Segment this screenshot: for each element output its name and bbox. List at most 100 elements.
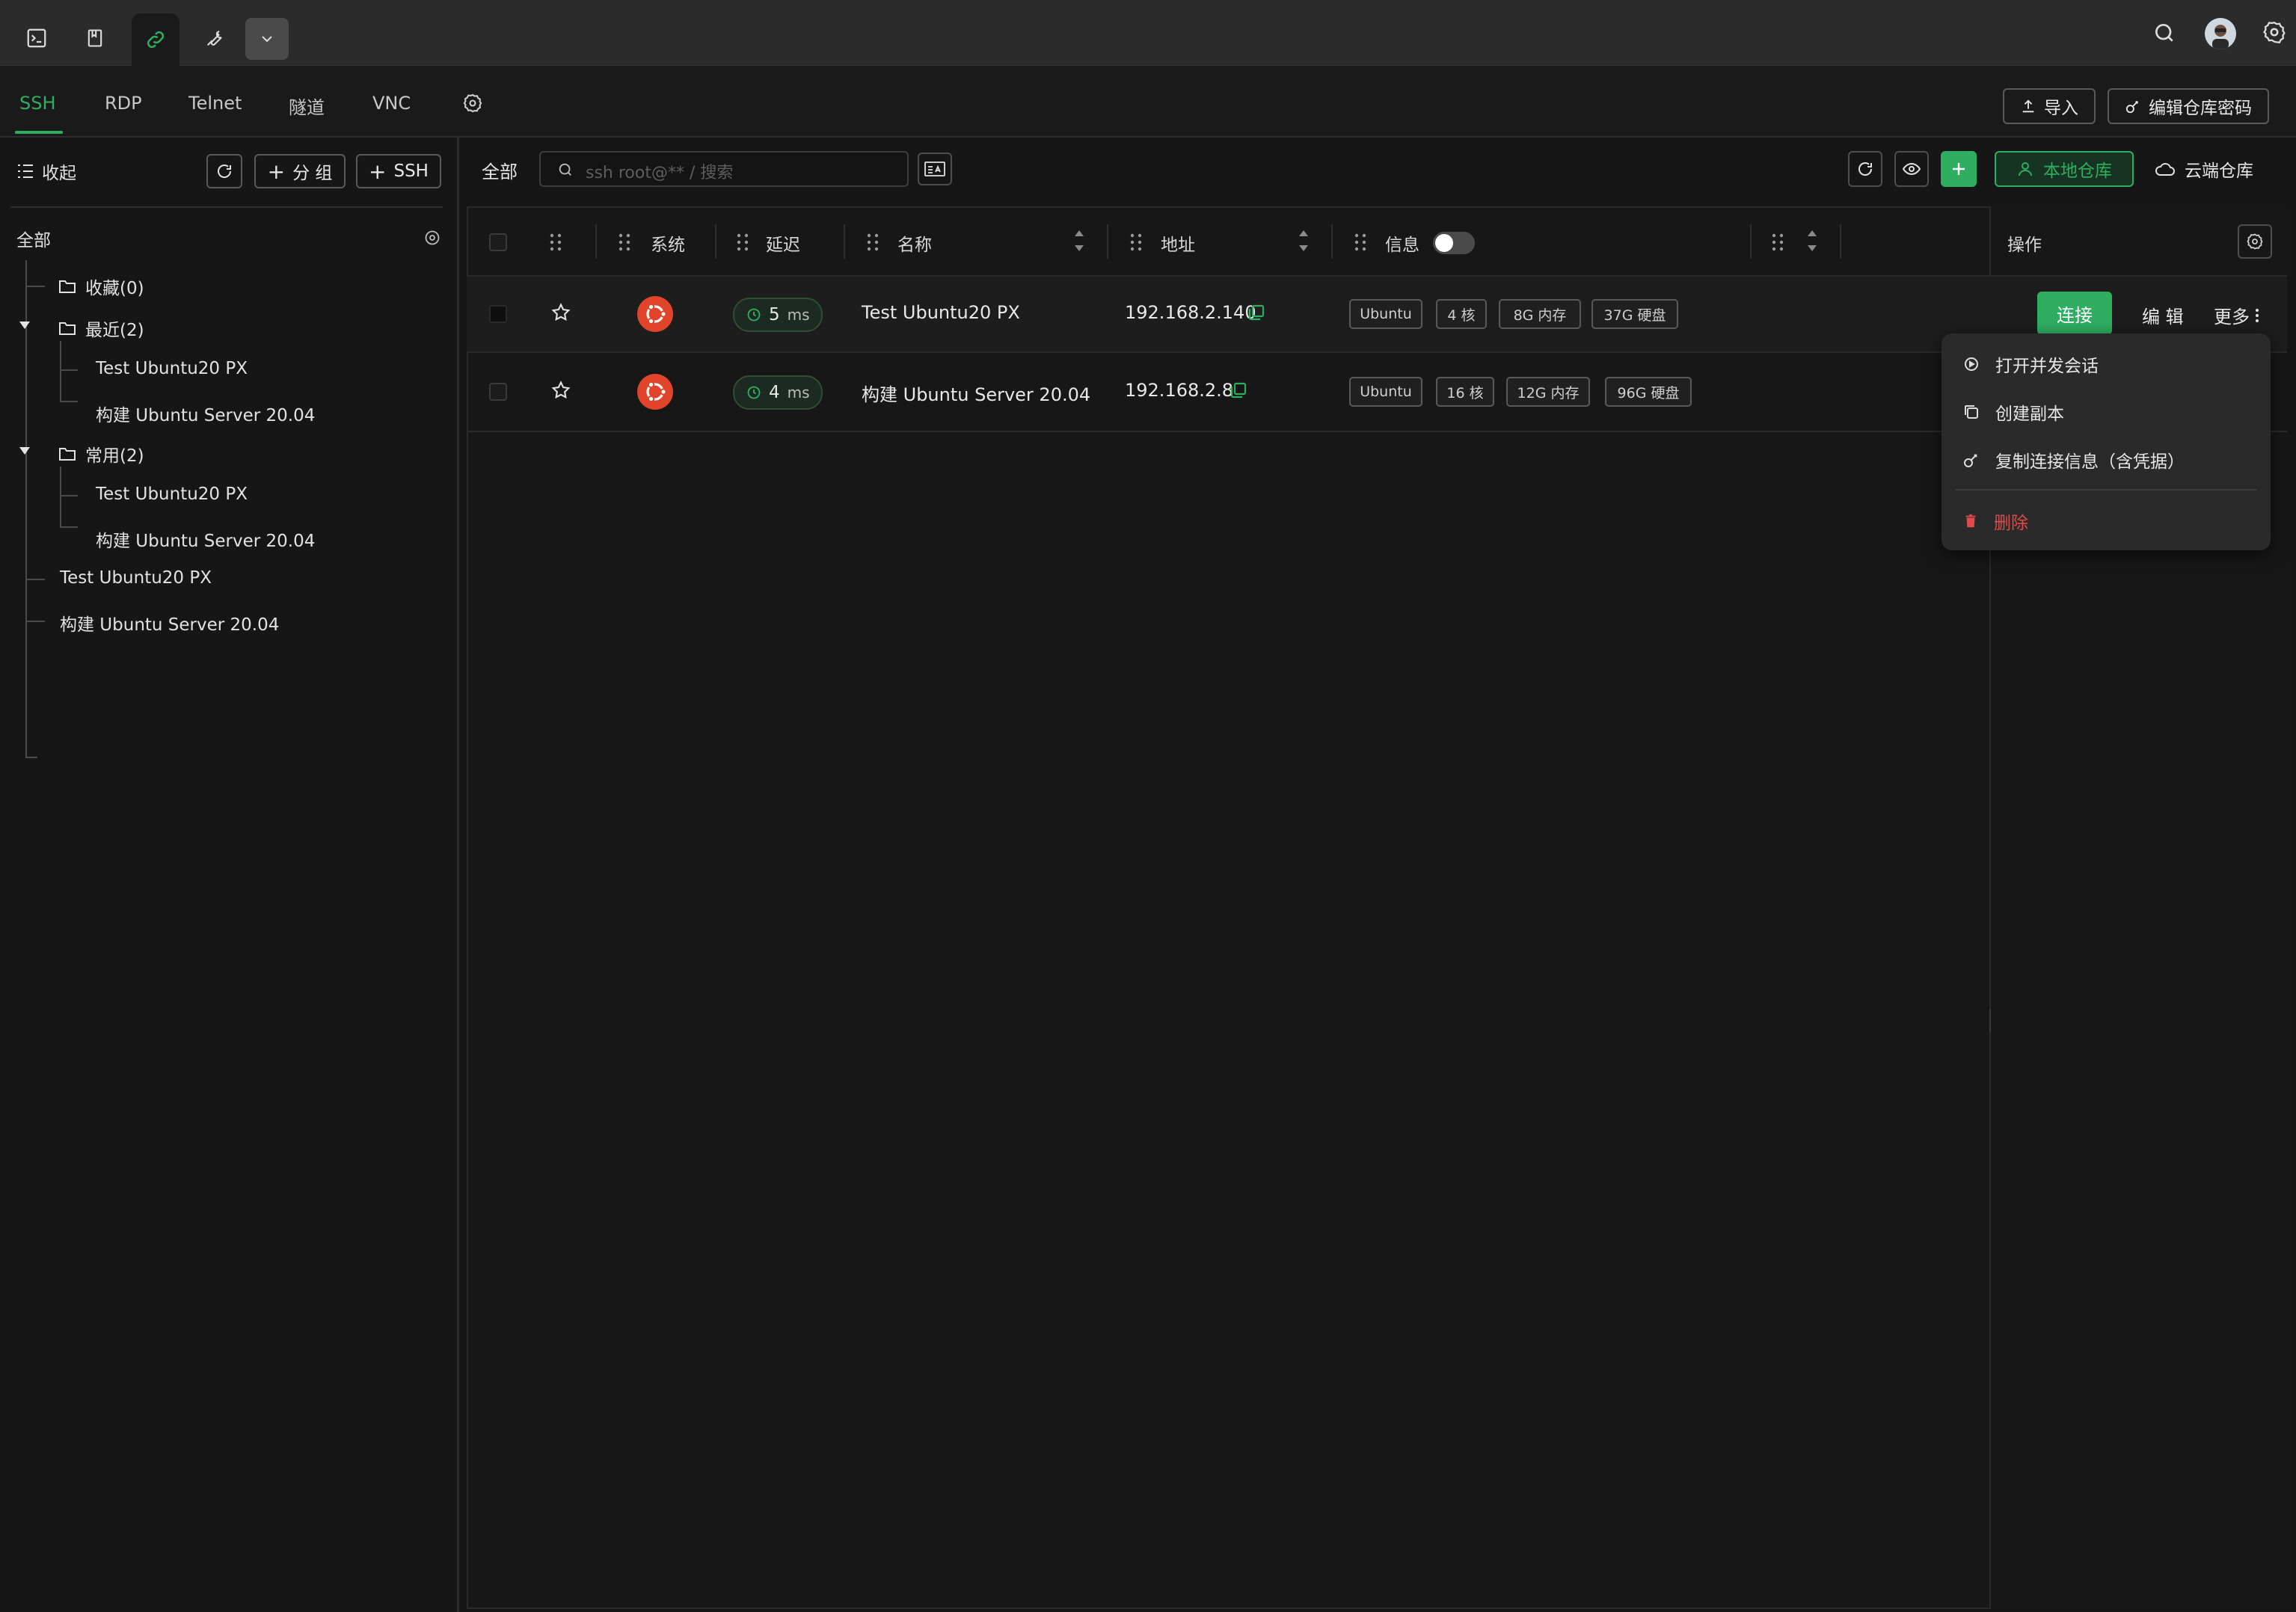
connection-address: 192.168.2.8 [1125, 380, 1234, 401]
menu-item-open-concurrent[interactable]: 打开并发会话 [1962, 351, 2099, 377]
column-header-info[interactable]: 信息 [1385, 230, 1419, 256]
bookmark-icon[interactable] [73, 16, 117, 60]
edit-button[interactable]: 编 辑 [2142, 302, 2184, 328]
clock-icon [747, 386, 761, 399]
tab-ssh[interactable]: SSH [19, 93, 56, 114]
copy-icon[interactable] [1247, 304, 1265, 322]
folder-icon [59, 448, 76, 461]
drag-handle-icon[interactable] [1354, 232, 1367, 253]
id-card-icon[interactable] [918, 153, 952, 185]
active-tab-indicator [15, 131, 63, 134]
tree-group-recent[interactable]: 最近(2) [58, 316, 144, 341]
local-repo-label: 本地仓库 [2043, 161, 2112, 181]
list-icon [18, 164, 33, 178]
local-repo-button[interactable]: 本地仓库 [1995, 151, 2134, 187]
folder-icon [59, 280, 76, 293]
drag-handle-icon[interactable] [736, 232, 749, 253]
chevron-down-icon[interactable] [245, 18, 289, 60]
menu-item-delete[interactable]: 删除 [1962, 508, 2028, 534]
terminal-icon[interactable] [15, 16, 58, 60]
drag-handle-icon[interactable] [1129, 232, 1143, 253]
view-toggle-button[interactable] [1894, 151, 1929, 187]
tree-item[interactable]: 构建 Ubuntu Server 20.04 [96, 401, 315, 426]
sidebar-divider [10, 206, 443, 208]
tree-guide [60, 526, 78, 528]
column-header-actions: 操作 [2007, 236, 2042, 255]
more-button[interactable]: 更多 [2214, 302, 2260, 328]
column-header-name[interactable]: 名称 [897, 230, 932, 256]
tab-rdp[interactable]: RDP [105, 93, 142, 114]
connection-name[interactable]: Test Ubuntu20 PX [862, 302, 1020, 323]
sort-icon[interactable] [1805, 227, 1819, 254]
edit-repo-password-button[interactable]: 编辑仓库密码 [2108, 88, 2269, 124]
tree-group-common[interactable]: 常用(2) [58, 441, 144, 467]
refresh-tree-button[interactable] [206, 154, 242, 188]
add-connection-button[interactable] [1941, 151, 1977, 187]
tree-item[interactable]: Test Ubuntu20 PX [96, 484, 248, 504]
connect-button[interactable]: 连接 [2037, 292, 2112, 335]
cloud-repo-button[interactable]: 云端仓库 [2155, 151, 2253, 187]
menu-item-duplicate[interactable]: 创建副本 [1962, 399, 2064, 425]
table-header [467, 208, 1992, 277]
add-ssh-button[interactable]: + SSH [356, 154, 441, 188]
tree-group-favorites[interactable]: 收藏(0) [58, 274, 144, 299]
menu-item-copy-info[interactable]: 复制连接信息（含凭据） [1962, 447, 2185, 473]
connection-name[interactable]: 构建 Ubuntu Server 20.04 [862, 380, 1090, 406]
star-icon[interactable] [550, 302, 571, 323]
collapse-label: 收起 [42, 164, 76, 183]
wrench-icon[interactable] [193, 16, 236, 60]
info-tag: 8G 内存 [1499, 299, 1581, 329]
drag-handle-icon[interactable] [549, 232, 562, 253]
resize-handle[interactable] [1989, 1009, 1991, 1032]
column-header-system[interactable]: 系统 [651, 230, 685, 256]
tree-item[interactable]: 构建 Ubuntu Server 20.04 [60, 610, 279, 636]
search-input[interactable]: ssh root@** / 搜索 [539, 151, 909, 187]
column-header-address[interactable]: 地址 [1161, 230, 1195, 256]
more-label: 更多 [2214, 307, 2250, 327]
column-settings-icon[interactable] [2238, 224, 2272, 259]
search-icon[interactable] [2152, 21, 2176, 45]
tab-tunnel[interactable]: 隧道 [289, 93, 325, 119]
settings-icon[interactable] [2262, 19, 2287, 45]
sidebar: 收起 + 分 组 + SSH 全部 收藏(0) 最近(2) Test Ubunt… [0, 138, 459, 1612]
drag-handle-icon[interactable] [618, 232, 631, 253]
avatar[interactable] [2205, 18, 2236, 49]
refresh-icon [218, 164, 232, 178]
row-checkbox[interactable] [489, 305, 507, 323]
sort-icon[interactable] [1297, 227, 1310, 254]
eye-icon [1902, 162, 1921, 176]
tree-guide [25, 621, 45, 622]
caret-down-icon[interactable] [18, 320, 31, 330]
tab-vnc[interactable]: VNC [372, 93, 411, 114]
tab-telnet[interactable]: Telnet [188, 93, 242, 114]
tree-guide [25, 757, 37, 758]
select-all-checkbox[interactable] [489, 233, 507, 251]
info-toggle-switch[interactable] [1433, 232, 1475, 254]
refresh-button[interactable] [1848, 151, 1882, 187]
add-group-button[interactable]: + 分 组 [254, 154, 346, 188]
import-button[interactable]: 导入 [2003, 88, 2096, 124]
menu-item-label: 删除 [1994, 514, 2028, 533]
drag-handle-icon[interactable] [1771, 232, 1784, 253]
tree-guide [25, 286, 45, 287]
tab-settings-icon[interactable] [462, 93, 483, 114]
collapse-toggle[interactable]: 收起 [16, 159, 76, 184]
tree-item[interactable]: 构建 Ubuntu Server 20.04 [96, 526, 315, 552]
tree-item[interactable]: Test Ubuntu20 PX [60, 568, 212, 588]
clock-icon [747, 308, 761, 322]
tree-item[interactable]: Test Ubuntu20 PX [96, 359, 248, 378]
star-icon[interactable] [550, 380, 571, 401]
link-icon[interactable] [132, 13, 179, 66]
more-dropdown-menu: 打开并发会话 创建副本 复制连接信息（含凭据） 删除 [1942, 333, 2271, 550]
menu-item-label: 复制连接信息（含凭据） [1995, 452, 2185, 472]
column-header-latency[interactable]: 延迟 [766, 230, 800, 256]
copy-icon[interactable] [1230, 381, 1247, 399]
drag-handle-icon[interactable] [866, 232, 880, 253]
tree-all[interactable]: 全部 [16, 226, 51, 251]
scope-label[interactable]: 全部 [482, 157, 518, 183]
caret-down-icon[interactable] [18, 446, 31, 456]
sort-icon[interactable] [1072, 227, 1086, 254]
row-checkbox[interactable] [489, 383, 507, 401]
cloud-repo-label: 云端仓库 [2185, 161, 2253, 181]
tree-settings-icon[interactable] [423, 229, 441, 247]
